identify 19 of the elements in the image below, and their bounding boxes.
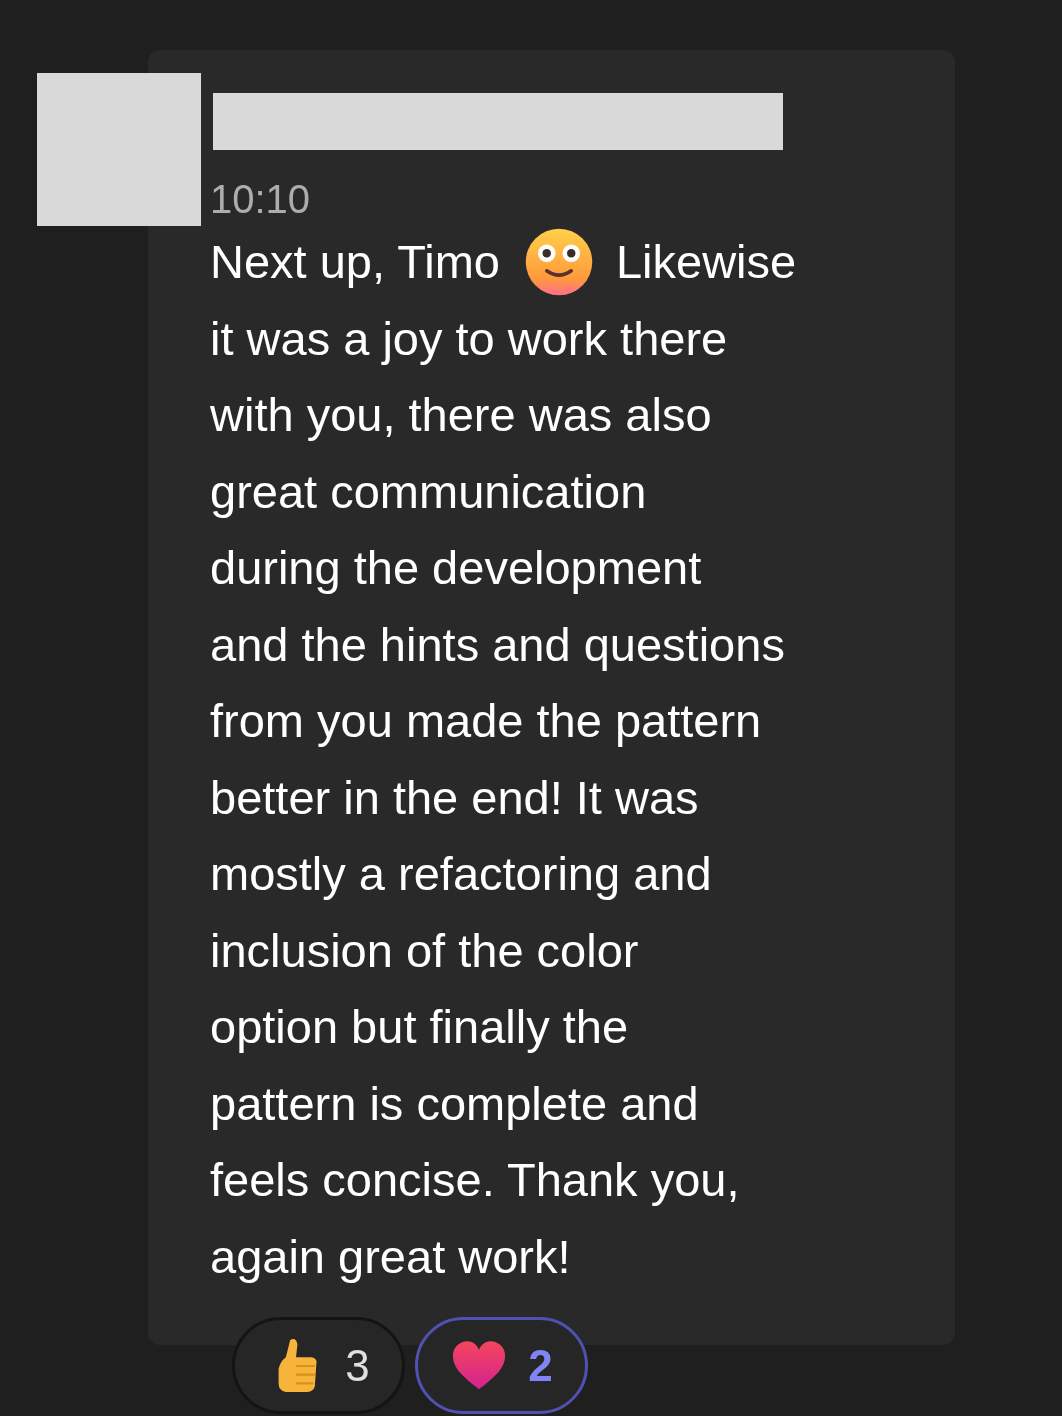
message-text: Likewise: [615, 234, 797, 290]
reaction-button[interactable]: 3: [232, 1317, 405, 1414]
message-text: mostly a refactoring and: [210, 846, 713, 902]
message-text: with you, there was also: [210, 387, 713, 443]
message-text: Next up, Timo: [210, 234, 500, 290]
message-text: again great work!: [210, 1228, 572, 1285]
message-text: feels concise. Thank you,: [210, 1152, 741, 1208]
message-text: from you made the pattern: [210, 693, 763, 749]
message-text: it was a joy to work there: [210, 310, 729, 367]
message-text: great communication: [210, 463, 648, 520]
message-text: option but finally the: [210, 999, 630, 1055]
message-text: and the hints and questions: [210, 616, 786, 673]
smiley-icon: [523, 227, 594, 298]
message-text: better in the end! It was: [210, 769, 700, 826]
reaction-button[interactable]: 2: [415, 1317, 588, 1414]
message-text: pattern is complete and: [210, 1075, 700, 1132]
message-text: inclusion of the color: [210, 922, 640, 979]
message-text: during the development: [210, 540, 703, 596]
message-time: 10:10: [210, 176, 312, 223]
